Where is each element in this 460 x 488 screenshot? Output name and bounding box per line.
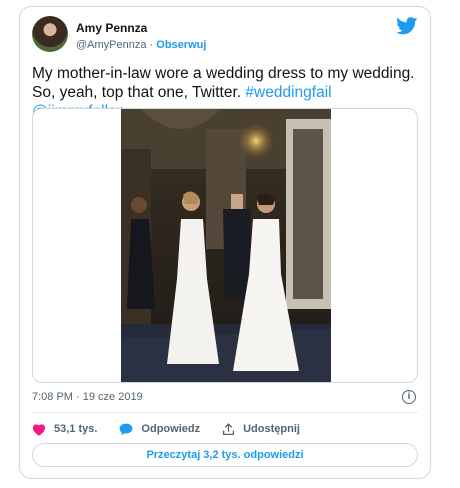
reply-label: Odpowiedz — [141, 423, 201, 435]
author-name[interactable]: Amy Pennza — [76, 21, 147, 35]
read-replies-button[interactable]: Przeczytaj 3,2 tys. odpowiedzi — [32, 443, 418, 467]
like-action[interactable]: 53,1 tys. — [32, 423, 97, 436]
twitter-bird-icon[interactable] — [396, 17, 418, 35]
tweet-card: Amy Pennza @AmyPennza · Obserwuj My moth… — [19, 6, 431, 479]
author-handle[interactable]: @AmyPennza — [76, 39, 146, 51]
heart-icon — [32, 423, 46, 436]
separator: · — [149, 39, 154, 51]
tweet-media[interactable] — [32, 108, 418, 383]
avatar[interactable] — [32, 16, 68, 52]
reply-bubble-icon — [120, 423, 133, 435]
share-action[interactable]: Udostępnij — [222, 422, 300, 436]
hashtag-link[interactable]: #weddingfail — [245, 84, 331, 101]
share-icon — [223, 422, 235, 435]
tweet-body: My mother-in-law wore a wedding dress to… — [32, 65, 415, 101]
like-count: 53,1 tys. — [54, 423, 98, 435]
wedding-photo — [121, 109, 331, 382]
follow-button[interactable]: Obserwuj — [156, 39, 206, 51]
share-label: Udostępnij — [243, 423, 300, 435]
tweet-timestamp[interactable]: 7:08 PM · 19 cze 2019 — [32, 391, 143, 403]
divider — [32, 412, 418, 413]
tweet-actions: 53,1 tys. Odpowiedz Udostępnij — [32, 420, 322, 438]
handle-row: @AmyPennza · Obserwuj — [76, 39, 206, 51]
reply-action[interactable]: Odpowiedz — [119, 423, 200, 436]
info-icon[interactable]: i — [402, 390, 416, 404]
